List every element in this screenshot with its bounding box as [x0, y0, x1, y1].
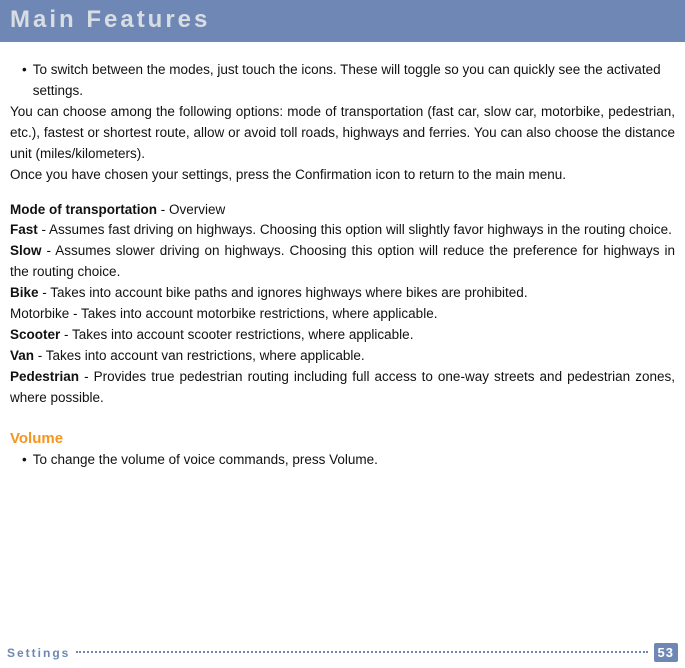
- intro-bullet-row: • To switch between the modes, just touc…: [10, 60, 675, 102]
- mode-heading-bold: Mode of transportation: [10, 202, 157, 217]
- mode-scooter: Scooter - Takes into account scooter res…: [10, 325, 675, 346]
- mode-van-desc: - Takes into account van restrictions, w…: [34, 348, 365, 363]
- mode-slow: Slow - Assumes slower driving on highway…: [10, 241, 675, 283]
- header-bar: Main Features: [0, 0, 685, 42]
- page-number-badge: 53: [654, 643, 678, 662]
- volume-bullet-text: To change the volume of voice commands, …: [33, 450, 378, 471]
- mode-scooter-label: Scooter: [10, 327, 60, 342]
- bullet-icon: •: [10, 450, 33, 471]
- mode-heading-rest: - Overview: [157, 202, 225, 217]
- intro-bullet-text: To switch between the modes, just touch …: [33, 60, 675, 102]
- mode-bike-label: Bike: [10, 285, 39, 300]
- footer-section: Settings: [7, 646, 76, 660]
- mode-bike: Bike - Takes into account bike paths and…: [10, 283, 675, 304]
- mode-van: Van - Takes into account van restriction…: [10, 346, 675, 367]
- bullet-icon: •: [10, 60, 33, 102]
- page-title: Main Features: [10, 6, 210, 33]
- mode-fast-label: Fast: [10, 222, 38, 237]
- mode-fast: Fast - Assumes fast driving on highways.…: [10, 220, 675, 241]
- mode-van-label: Van: [10, 348, 34, 363]
- document-body: • To switch between the modes, just touc…: [0, 42, 685, 471]
- mode-pedestrian: Pedestrian - Provides true pedestrian ro…: [10, 367, 675, 409]
- mode-slow-desc: - Assumes slower driving on highways. Ch…: [10, 243, 675, 279]
- volume-heading: Volume: [10, 427, 675, 450]
- mode-bike-desc: - Takes into account bike paths and igno…: [39, 285, 528, 300]
- mode-pedestrian-desc: - Provides true pedestrian routing inclu…: [10, 369, 675, 405]
- mode-pedestrian-label: Pedestrian: [10, 369, 79, 384]
- mode-heading: Mode of transportation - Overview: [10, 200, 675, 221]
- volume-bullet-row: • To change the volume of voice commands…: [10, 450, 675, 471]
- intro-paragraph-2: Once you have chosen your settings, pres…: [10, 165, 675, 186]
- mode-slow-label: Slow: [10, 243, 42, 258]
- footer-dots: [76, 651, 647, 653]
- footer: Settings 53: [7, 643, 678, 662]
- mode-fast-desc: - Assumes fast driving on highways. Choo…: [38, 222, 672, 237]
- mode-scooter-desc: - Takes into account scooter restriction…: [60, 327, 413, 342]
- mode-motorbike: Motorbike - Takes into account motorbike…: [10, 304, 675, 325]
- intro-paragraph-1: You can choose among the following optio…: [10, 102, 675, 165]
